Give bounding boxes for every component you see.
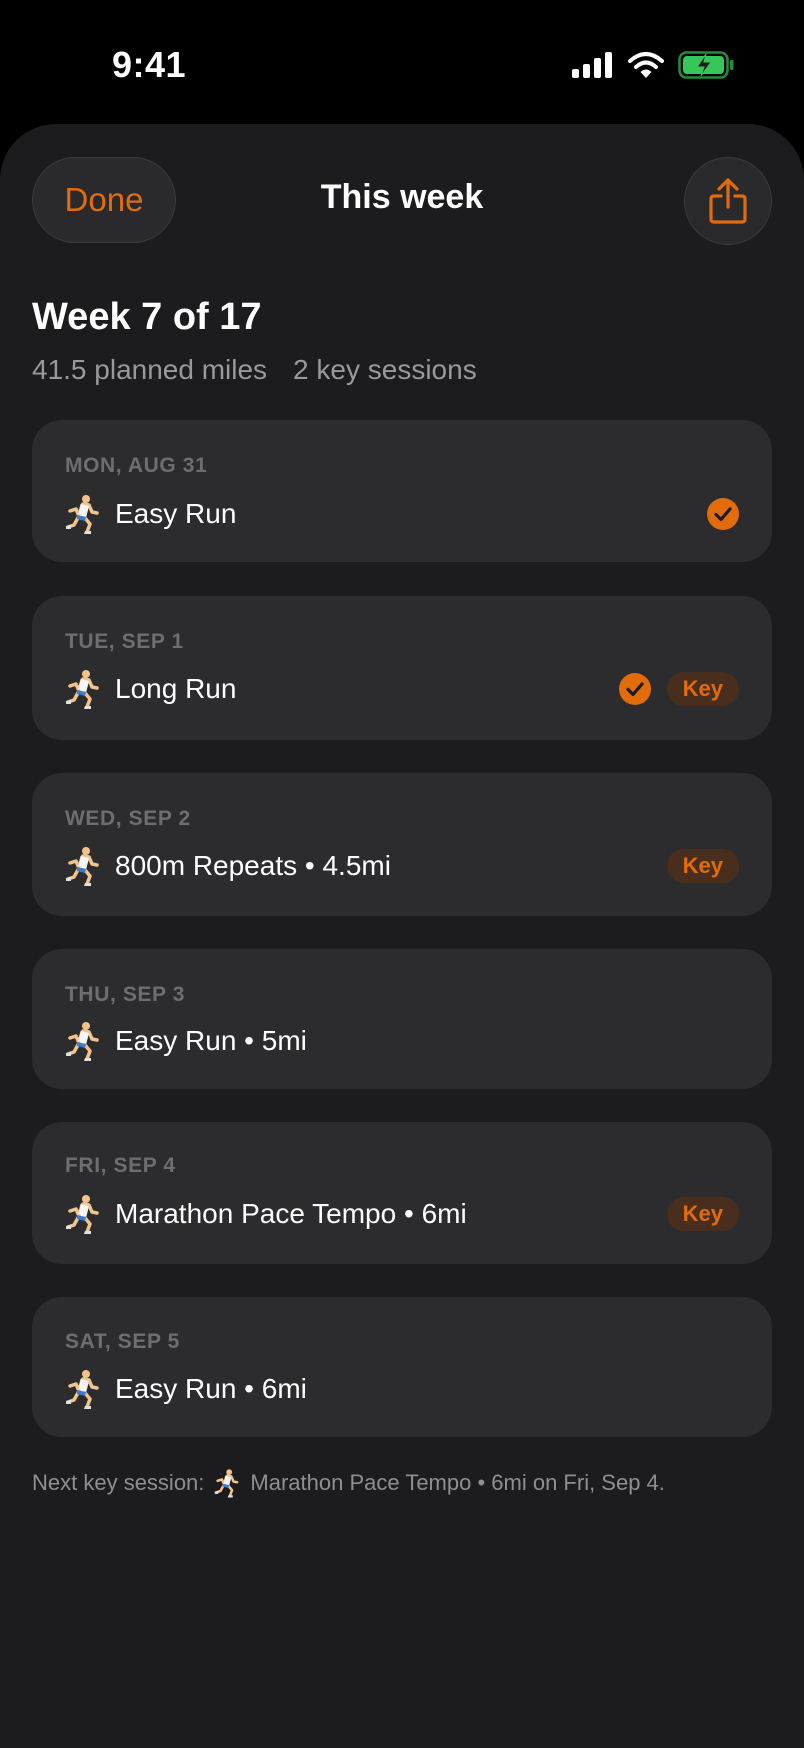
session-card[interactable]: TUE, SEP 1 Long Run Key (32, 596, 772, 740)
session-date: MON, AUG 31 (65, 454, 208, 477)
key-badge: Key (666, 672, 739, 706)
session-name: Easy Run (115, 498, 237, 529)
session-status (707, 498, 739, 530)
runner-icon (65, 1021, 101, 1061)
session-date: WED, SEP 2 (65, 807, 191, 830)
runner-icon (65, 1369, 101, 1409)
key-sessions-count: 2 key sessions (293, 354, 477, 385)
runner-icon (65, 1194, 101, 1234)
session-name: Marathon Pace Tempo • 6mi (115, 1198, 467, 1229)
session-name: Easy Run • 5mi (115, 1025, 307, 1056)
footer-prefix: Next key session: (32, 1470, 205, 1495)
session-row: Long Run Key (65, 667, 739, 711)
status-icons (572, 50, 734, 80)
session-row: Easy Run (65, 492, 739, 536)
share-icon (709, 178, 747, 224)
runner-icon (65, 669, 101, 709)
session-date: FRI, SEP 4 (65, 1154, 176, 1177)
status-bar: 9:41 (0, 0, 804, 124)
status-time: 9:41 (112, 44, 187, 85)
session-card[interactable]: THU, SEP 3 Easy Run • 5mi (32, 949, 772, 1089)
battery-charging-icon (678, 51, 734, 79)
session-status: Key (666, 849, 739, 883)
session-status: Key (666, 1197, 739, 1231)
session-date: THU, SEP 3 (65, 983, 185, 1006)
session-name: Easy Run • 6mi (115, 1373, 307, 1404)
runner-icon (65, 846, 101, 886)
wifi-icon (628, 52, 664, 78)
next-key-session-note: Next key session: Marathon Pace Tempo • … (32, 1468, 665, 1498)
session-status: Key (619, 672, 739, 706)
cellular-signal-icon (572, 52, 612, 78)
session-name: Long Run (115, 673, 237, 704)
session-card[interactable]: SAT, SEP 5 Easy Run • 6mi (32, 1297, 772, 1437)
session-date: TUE, SEP 1 (65, 630, 184, 653)
runner-icon (65, 494, 101, 534)
session-date: SAT, SEP 5 (65, 1330, 180, 1353)
share-button[interactable] (684, 157, 772, 245)
check-circle-icon (619, 673, 651, 705)
session-row: Easy Run • 6mi (65, 1367, 739, 1411)
session-card[interactable]: WED, SEP 2 800m Repeats • 4.5mi Key (32, 773, 772, 916)
session-row: Marathon Pace Tempo • 6mi Key (65, 1192, 739, 1236)
session-row: 800m Repeats • 4.5mi Key (65, 844, 739, 888)
session-name: 800m Repeats • 4.5mi (115, 850, 391, 881)
key-badge: Key (666, 849, 739, 883)
footer-suffix: Marathon Pace Tempo • 6mi on Fri, Sep 4. (250, 1470, 665, 1495)
planned-miles: 41.5 planned miles (32, 354, 268, 385)
key-badge: Key (666, 1197, 739, 1231)
check-circle-icon (707, 498, 739, 530)
runner-icon (214, 1468, 240, 1498)
session-card[interactable]: MON, AUG 31 Easy Run (32, 420, 772, 562)
session-card[interactable]: FRI, SEP 4 Marathon Pace Tempo • 6mi Key (32, 1122, 772, 1264)
week-summary: 41.5 planned miles 2 key sessions (32, 354, 477, 386)
week-title: Week 7 of 17 (32, 296, 262, 338)
session-row: Easy Run • 5mi (65, 1019, 739, 1063)
